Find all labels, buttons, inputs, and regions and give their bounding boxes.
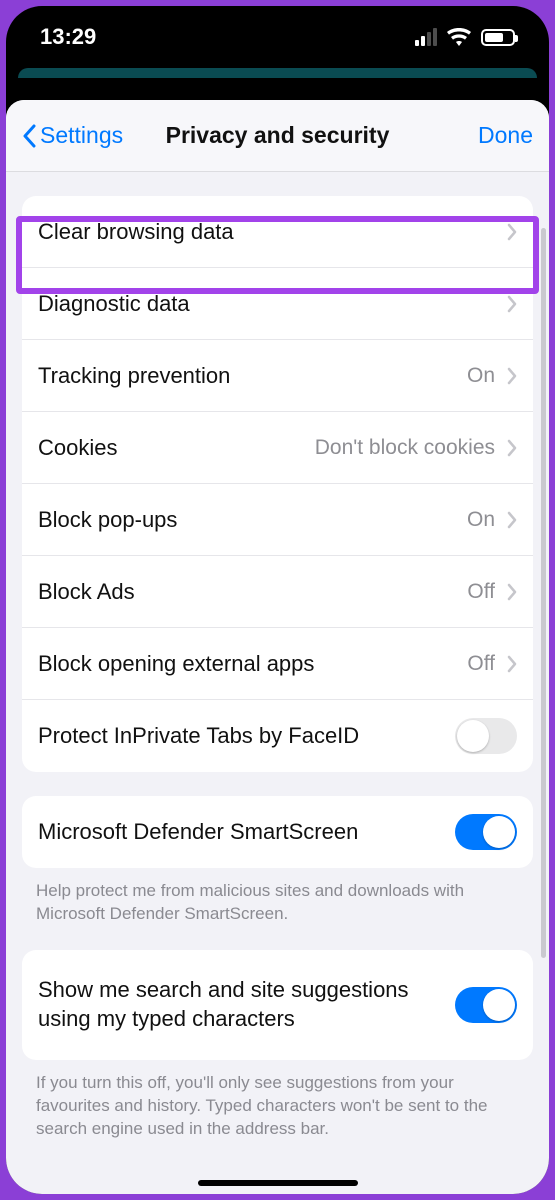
row-label: Tracking prevention (38, 363, 467, 389)
battery-icon (481, 29, 515, 46)
row-label: Cookies (38, 435, 315, 461)
row-tracking-prevention[interactable]: Tracking prevention On (22, 340, 533, 412)
settings-sheet: Settings Privacy and security Done Clear… (6, 100, 549, 1194)
settings-group-1: Clear browsing data Diagnostic data Trac… (22, 196, 533, 772)
chevron-right-icon (507, 295, 517, 313)
chevron-left-icon (22, 124, 36, 148)
back-label: Settings (40, 122, 123, 149)
row-label: Diagnostic data (38, 291, 507, 317)
chevron-right-icon (507, 439, 517, 457)
chevron-right-icon (507, 511, 517, 529)
chevron-right-icon (507, 583, 517, 601)
chevron-right-icon (507, 367, 517, 385)
row-value: Off (467, 580, 495, 604)
chevron-right-icon (507, 223, 517, 241)
row-value: On (467, 364, 495, 388)
settings-group-3: Show me search and site suggestions usin… (22, 950, 533, 1060)
scrollbar[interactable] (541, 228, 546, 958)
row-value: Don't block cookies (315, 436, 495, 460)
status-time: 13:29 (40, 24, 96, 50)
toggle-faceid[interactable] (455, 718, 517, 754)
back-button[interactable]: Settings (22, 122, 123, 149)
row-block-ads[interactable]: Block Ads Off (22, 556, 533, 628)
footer-smartscreen: Help protect me from malicious sites and… (6, 868, 549, 926)
status-indicators (415, 28, 515, 46)
done-button[interactable]: Done (478, 122, 533, 149)
toggle-suggestions[interactable] (455, 987, 517, 1023)
toggle-smartscreen[interactable] (455, 814, 517, 850)
row-block-external-apps[interactable]: Block opening external apps Off (22, 628, 533, 700)
row-value: Off (467, 652, 495, 676)
content-area: Clear browsing data Diagnostic data Trac… (6, 196, 549, 1181)
row-cookies[interactable]: Cookies Don't block cookies (22, 412, 533, 484)
row-protect-inprivate[interactable]: Protect InPrivate Tabs by FaceID (22, 700, 533, 772)
cellular-icon (415, 28, 437, 46)
footer-suggestions: If you turn this off, you'll only see su… (6, 1060, 549, 1141)
row-label: Clear browsing data (38, 219, 507, 245)
home-indicator[interactable] (198, 1180, 358, 1186)
row-label: Protect InPrivate Tabs by FaceID (38, 723, 455, 749)
status-bar: 13:29 (6, 6, 549, 68)
phone-frame: 13:29 Settings Privacy and security Done (6, 6, 549, 1194)
row-label: Block pop-ups (38, 507, 467, 533)
row-value: On (467, 508, 495, 532)
row-search-suggestions[interactable]: Show me search and site suggestions usin… (22, 950, 533, 1060)
wifi-icon (447, 28, 471, 46)
row-label: Microsoft Defender SmartScreen (38, 819, 455, 845)
chevron-right-icon (507, 655, 517, 673)
background-shim (18, 68, 537, 78)
row-clear-browsing-data[interactable]: Clear browsing data (22, 196, 533, 268)
row-label: Block Ads (38, 579, 467, 605)
row-label: Block opening external apps (38, 651, 467, 677)
row-diagnostic-data[interactable]: Diagnostic data (22, 268, 533, 340)
nav-bar: Settings Privacy and security Done (6, 100, 549, 172)
row-smartscreen[interactable]: Microsoft Defender SmartScreen (22, 796, 533, 868)
row-label: Show me search and site suggestions usin… (38, 976, 455, 1033)
settings-group-2: Microsoft Defender SmartScreen (22, 796, 533, 868)
row-block-popups[interactable]: Block pop-ups On (22, 484, 533, 556)
